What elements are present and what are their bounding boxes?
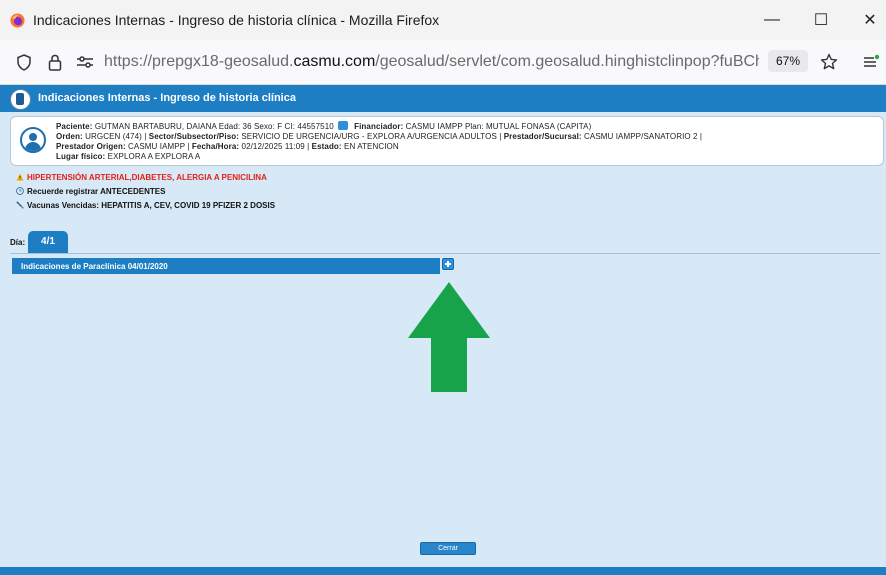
origen-label: Prestador Origen: <box>56 142 126 151</box>
paraclinica-panel-header[interactable]: Indicaciones de Paraclínica 04/01/2020 <box>12 258 440 274</box>
browser-window: Indicaciones Internas - Ingreso de histo… <box>0 0 886 575</box>
sector-label: Sector/Subsector/Piso: <box>148 132 239 141</box>
estado-value: EN ATENCION <box>344 142 399 151</box>
lugar-value: EXPLORA A EXPLORA A <box>107 152 201 161</box>
reminder-alert: Recuerde registrar ANTECEDENTES <box>16 187 165 196</box>
app-logo-icon <box>10 89 31 110</box>
orden-label: Orden: <box>56 132 83 141</box>
prestador-label: Prestador/Sucursal: <box>503 132 582 141</box>
fecha-label: Fecha/Hora: <box>191 142 240 151</box>
zoom-level-button[interactable]: 67% <box>768 50 808 72</box>
search-patient-icon[interactable] <box>337 121 348 131</box>
reminder-text: Recuerde registrar ANTECEDENTES <box>27 187 166 196</box>
patient-avatar-icon <box>20 127 46 153</box>
url-input[interactable]: https://prepgx18-geosalud.casmu.com/geos… <box>104 53 759 71</box>
financiador-value: CASMU IAMPP Plan: MUTUAL FONASA (CAPITA) <box>405 122 592 131</box>
prestador-value: CASMU IAMPP/SANATORIO 2 | <box>584 132 703 141</box>
firefox-icon <box>10 13 25 28</box>
permissions-icon[interactable] <box>74 51 96 73</box>
estado-label: Estado: <box>311 142 342 151</box>
vaccines-text: Vacunas Vencidas: HEPATITIS A, CEV, COVI… <box>27 201 276 210</box>
url-domain: casmu.com <box>293 53 376 70</box>
syringe-icon <box>16 201 24 209</box>
patient-line-4: Lugar físico: EXPLORA A EXPLORA A <box>56 152 200 161</box>
patient-line-1: Paciente: GUTMAN BARTABURU, DAIANA Edad:… <box>56 121 592 131</box>
maximize-button[interactable]: ☐ <box>806 8 836 32</box>
day-label: Día: <box>10 238 26 247</box>
bottom-strip <box>0 567 886 575</box>
green-arrow-icon <box>408 282 490 392</box>
patient-line-3: Prestador Origen: CASMU IAMPP | Fecha/Ho… <box>56 142 399 151</box>
paciente-label: Paciente: <box>56 122 93 131</box>
vaccines-alert: Vacunas Vencidas: HEPATITIS A, CEV, COVI… <box>16 201 275 210</box>
origen-value: CASMU IAMPP | <box>128 142 190 151</box>
window-title: Indicaciones Internas - Ingreso de histo… <box>33 12 440 28</box>
title-bar: Indicaciones Internas - Ingreso de histo… <box>0 0 886 40</box>
bookmark-star-icon[interactable] <box>818 51 840 73</box>
panel-title: Indicaciones de Paraclínica 04/01/2020 <box>21 262 168 271</box>
sector-value: SERVICIO DE URGENCIA/URG - EXPLORA A/URG… <box>241 132 502 141</box>
financiador-label: Financiador: <box>354 122 404 131</box>
url-prefix: https://prepgx18-geosalud. <box>104 53 294 70</box>
orden-value: URGCEN (474) | <box>85 132 147 141</box>
close-window-button[interactable]: ✕ <box>855 8 885 32</box>
warning-icon <box>16 173 24 181</box>
lugar-label: Lugar físico: <box>56 152 106 161</box>
tab-divider <box>10 253 880 254</box>
clock-icon <box>16 187 24 195</box>
paciente-value: GUTMAN BARTABURU, DAIANA Edad: 36 Sexo: … <box>94 122 334 131</box>
close-button[interactable]: Cerrar <box>420 542 476 555</box>
url-bar: https://prepgx18-geosalud.casmu.com/geos… <box>0 40 886 85</box>
url-suffix: /geosalud/servlet/com.geosalud.hinghistc… <box>375 53 759 70</box>
page-title: Indicaciones Internas - Ingreso de histo… <box>38 92 296 104</box>
patient-line-2: Orden: URGCEN (474) | Sector/Subsector/P… <box>56 132 702 141</box>
conditions-text: HIPERTENSIÓN ARTERIAL,DIABETES, ALERGIA … <box>27 173 267 182</box>
minimize-button[interactable]: — <box>757 8 787 32</box>
patient-info-box: Paciente: GUTMAN BARTABURU, DAIANA Edad:… <box>10 116 884 166</box>
page-header: Indicaciones Internas - Ingreso de histo… <box>0 85 886 112</box>
extensions-menu-icon[interactable] <box>860 51 882 73</box>
fecha-value: 02/12/2025 11:09 | <box>241 142 310 151</box>
add-indication-button[interactable] <box>442 258 454 270</box>
shield-icon[interactable] <box>13 51 35 73</box>
lock-icon[interactable] <box>44 51 66 73</box>
conditions-alert: HIPERTENSIÓN ARTERIAL,DIABETES, ALERGIA … <box>16 173 267 182</box>
tab-day[interactable]: 4/1 <box>28 231 68 253</box>
